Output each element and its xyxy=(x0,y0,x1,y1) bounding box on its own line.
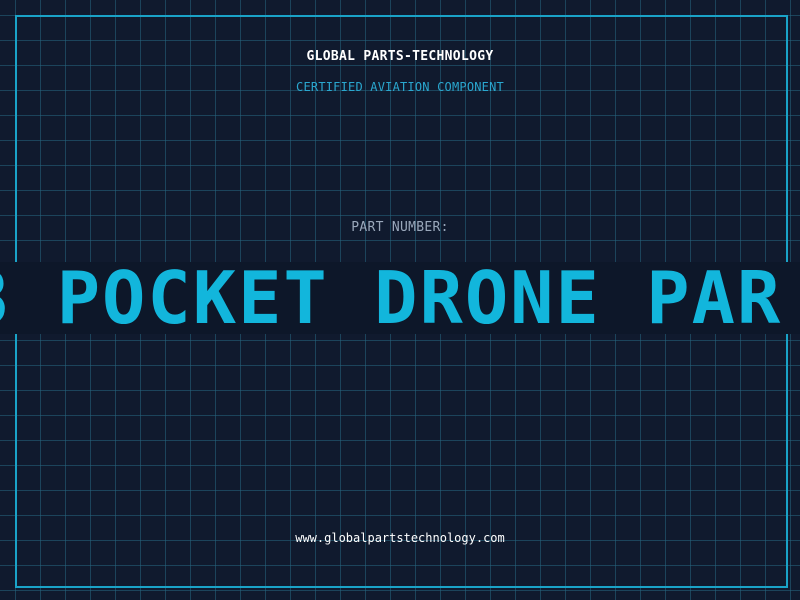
part-number-value: 8 POCKET DRONE PAR xyxy=(0,262,783,334)
website-url: www.globalpartstechnology.com xyxy=(295,531,505,545)
part-number-banner: 8 POCKET DRONE PAR xyxy=(0,262,800,334)
certification-tagline: CERTIFIED AVIATION COMPONENT xyxy=(296,80,504,94)
part-number-label: PART NUMBER: xyxy=(351,220,449,235)
label-card: GLOBAL PARTS-TECHNOLOGY CERTIFIED AVIATI… xyxy=(0,0,800,600)
company-name: GLOBAL PARTS-TECHNOLOGY xyxy=(306,49,494,64)
